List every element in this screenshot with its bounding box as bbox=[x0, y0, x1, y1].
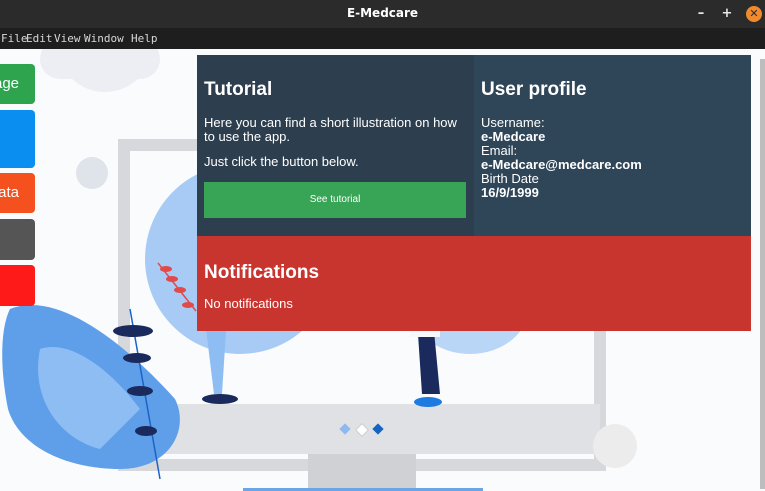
sidebar-item-data[interactable]: ata bbox=[0, 173, 35, 213]
maximize-button[interactable]: + bbox=[719, 6, 735, 22]
menu-view[interactable]: View bbox=[54, 32, 81, 45]
menu-help[interactable]: Help bbox=[131, 32, 158, 45]
menu-bar: File Edit View Window Help bbox=[0, 28, 765, 49]
tutorial-heading: Tutorial bbox=[204, 79, 273, 100]
profile-heading: User profile bbox=[481, 79, 587, 100]
notifications-message: No notifications bbox=[204, 296, 293, 311]
minimize-button[interactable]: – bbox=[693, 6, 709, 22]
close-button[interactable]: ✕ bbox=[746, 6, 762, 22]
title-bar: E-Medcare – + ✕ bbox=[0, 0, 765, 28]
username-label: Username: bbox=[481, 115, 545, 130]
sidebar-item-gray[interactable] bbox=[0, 219, 35, 260]
sidebar-item-blue[interactable] bbox=[0, 110, 35, 168]
sidebar-item-red[interactable] bbox=[0, 265, 35, 306]
username-value: e-Medcare bbox=[481, 129, 546, 144]
sidebar-item-label: ata bbox=[0, 184, 19, 201]
tutorial-panel: Tutorial Here you can find a short illus… bbox=[197, 55, 474, 236]
birth-date-value: 16/9/1999 bbox=[481, 185, 539, 200]
menu-file[interactable]: File bbox=[1, 32, 28, 45]
main-content: age ata Tutorial Here you can find a sho… bbox=[0, 49, 765, 491]
sidebar-item-manage[interactable]: age bbox=[0, 64, 35, 104]
notifications-heading: Notifications bbox=[204, 262, 320, 283]
window-title: E-Medcare bbox=[346, 6, 419, 20]
tutorial-instruction: Just click the button below. bbox=[204, 154, 359, 169]
menu-edit[interactable]: Edit bbox=[26, 32, 53, 45]
birth-date-label: Birth Date bbox=[481, 171, 539, 186]
notifications-panel: Notifications No notifications bbox=[197, 236, 751, 331]
tutorial-description: Here you can find a short illustration o… bbox=[204, 115, 457, 144]
see-tutorial-button[interactable]: See tutorial bbox=[204, 182, 466, 218]
user-profile-panel: User profile Username: e-Medcare Email: … bbox=[474, 55, 751, 236]
menu-window[interactable]: Window bbox=[84, 32, 124, 45]
email-label: Email: bbox=[481, 143, 518, 158]
vertical-scrollbar[interactable] bbox=[760, 59, 765, 489]
email-value: e-Medcare@medcare.com bbox=[481, 157, 642, 172]
sidebar-item-label: age bbox=[0, 75, 20, 92]
